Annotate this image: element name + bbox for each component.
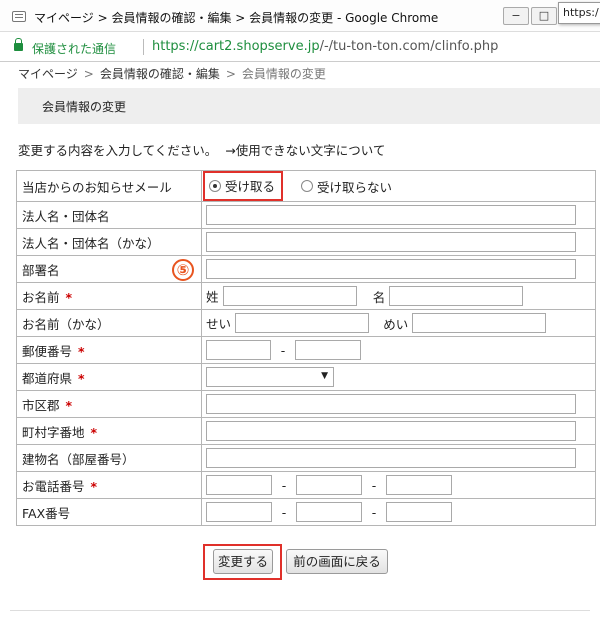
row-postal: 郵便番号 * - bbox=[16, 336, 596, 364]
submit-change-button[interactable]: 変更する bbox=[213, 549, 273, 574]
newsletter-option-decline[interactable]: 受け取らない bbox=[301, 177, 392, 196]
section-title: 会員情報の変更 bbox=[42, 100, 127, 114]
required-mark: * bbox=[65, 289, 73, 305]
fax-separator: - bbox=[281, 504, 287, 520]
phone-input-2[interactable] bbox=[296, 475, 362, 495]
last-name-label: 姓 bbox=[206, 289, 219, 305]
row-building: 建物名（部屋番号） bbox=[16, 444, 596, 472]
row-phone: お電話番号 * - - bbox=[16, 471, 596, 499]
breadcrumb: マイページ > 会員情報の確認・編集 > 会員情報の変更 bbox=[18, 65, 326, 82]
required-mark: * bbox=[65, 397, 73, 413]
row-department: 部署名 bbox=[16, 255, 596, 283]
radio-receive[interactable] bbox=[209, 179, 221, 192]
newsletter-label: 当店からのお知らせメール bbox=[16, 170, 202, 202]
address-divider bbox=[143, 39, 144, 55]
first-name-kana-label: めい bbox=[383, 316, 409, 332]
address-bar[interactable]: 保護された通信 https://cart2.shopserve.jp/-/tu-… bbox=[0, 32, 600, 62]
first-name-kana-input[interactable] bbox=[412, 313, 547, 333]
unusable-characters-link[interactable]: →使用できない文字について bbox=[225, 143, 385, 158]
fax-separator: - bbox=[371, 504, 377, 520]
building-label: 建物名（部屋番号） bbox=[16, 444, 202, 472]
phone-label: お電話番号 bbox=[22, 478, 85, 494]
minimize-button[interactable]: − bbox=[503, 7, 529, 25]
section-header: 会員情報の変更 bbox=[18, 88, 600, 124]
phone-separator: - bbox=[371, 477, 377, 493]
postal-label: 郵便番号 bbox=[22, 343, 73, 359]
town-label: 町村字番地 bbox=[22, 424, 85, 440]
name-kana-label: お名前（かな） bbox=[16, 309, 202, 337]
lock-icon bbox=[14, 38, 23, 51]
window-titlebar: マイページ > 会員情報の確認・編集 > 会員情報の変更 - Google Ch… bbox=[0, 0, 600, 32]
url-text[interactable]: https://cart2.shopserve.jp/-/tu-ton-ton.… bbox=[152, 39, 498, 54]
maximize-button[interactable]: □ bbox=[531, 7, 557, 25]
row-company-kana: 法人名・団体名（かな） bbox=[16, 228, 596, 256]
step-number-badge: ⑤ bbox=[172, 259, 194, 281]
fax-input-2[interactable] bbox=[296, 502, 362, 522]
postal-input-1[interactable] bbox=[206, 340, 271, 360]
member-form-table: 当店からのお知らせメール 受け取る 受け取らない 法人名・団体名 法人名・団体名… bbox=[16, 170, 596, 526]
last-name-kana-input[interactable] bbox=[235, 313, 370, 333]
breadcrumb-member-info[interactable]: 会員情報の確認・編集 bbox=[100, 67, 220, 81]
phone-separator: - bbox=[281, 477, 287, 493]
url-tooltip: https:/ bbox=[558, 2, 600, 24]
dropdown-arrow-icon: ▼ bbox=[321, 371, 328, 381]
row-fax: FAX番号 - - bbox=[16, 498, 596, 526]
radio-decline[interactable] bbox=[301, 180, 314, 192]
row-newsletter: 当店からのお知らせメール 受け取る 受け取らない bbox=[16, 170, 596, 202]
row-town: 町村字番地 * bbox=[16, 417, 596, 445]
required-mark: * bbox=[78, 343, 85, 359]
option-receive-label: 受け取る bbox=[225, 179, 276, 194]
breadcrumb-separator: > bbox=[83, 67, 94, 81]
fax-input-3[interactable] bbox=[386, 502, 452, 522]
newsletter-option-receive[interactable]: 受け取る bbox=[203, 171, 284, 201]
first-name-label: 名 bbox=[372, 289, 386, 305]
first-name-input[interactable] bbox=[389, 286, 524, 306]
phone-input-1[interactable] bbox=[206, 475, 272, 495]
row-name: お名前 * 姓 名 bbox=[16, 282, 596, 310]
secure-label: 保護された通信 bbox=[32, 42, 117, 56]
bottom-divider bbox=[10, 610, 590, 611]
intro-text: 変更する内容を入力してください。 →使用できない文字について bbox=[18, 140, 385, 159]
phone-input-3[interactable] bbox=[386, 475, 452, 495]
name-label: お名前 bbox=[22, 289, 60, 305]
intro-instruction: 変更する内容を入力してください。 bbox=[18, 143, 218, 158]
company-kana-label: 法人名・団体名（かな） bbox=[16, 228, 202, 256]
window-title: マイページ > 会員情報の確認・編集 > 会員情報の変更 - Google Ch… bbox=[34, 11, 439, 25]
breadcrumb-separator: > bbox=[225, 67, 236, 81]
fax-label: FAX番号 bbox=[16, 498, 202, 526]
row-company: 法人名・団体名 bbox=[16, 201, 596, 229]
fax-input-1[interactable] bbox=[206, 502, 272, 522]
breadcrumb-mypage[interactable]: マイページ bbox=[18, 67, 78, 81]
company-label: 法人名・団体名 bbox=[16, 201, 202, 229]
company-kana-input[interactable] bbox=[206, 232, 576, 252]
row-name-kana: お名前（かな） せい めい bbox=[16, 309, 596, 337]
city-label: 市区郡 bbox=[22, 397, 60, 413]
last-name-kana-label: せい bbox=[206, 316, 232, 332]
building-input[interactable] bbox=[206, 448, 576, 468]
page-icon bbox=[12, 11, 26, 22]
url-path: /-/tu-ton-ton.com/clinfo.php bbox=[319, 39, 499, 54]
required-mark: * bbox=[90, 478, 98, 494]
company-input[interactable] bbox=[206, 205, 576, 225]
prefecture-select[interactable]: ▼ bbox=[206, 367, 334, 387]
submit-highlight-box: 変更する bbox=[203, 544, 282, 580]
option-decline-label: 受け取らない bbox=[317, 179, 393, 195]
prefecture-label: 都道府県 bbox=[22, 370, 73, 386]
url-host: https://cart2.shopserve.jp bbox=[152, 39, 320, 54]
required-mark: * bbox=[78, 370, 85, 386]
newsletter-radio-group: 受け取る 受け取らない bbox=[203, 171, 392, 201]
last-name-input[interactable] bbox=[222, 286, 357, 306]
back-button[interactable]: 前の画面に戻る bbox=[286, 549, 388, 574]
row-prefecture: 都道府県 * ▼ bbox=[16, 363, 596, 391]
department-input[interactable] bbox=[206, 259, 576, 279]
city-input[interactable] bbox=[206, 394, 576, 414]
breadcrumb-current: 会員情報の変更 bbox=[241, 67, 326, 81]
row-city: 市区郡 * bbox=[16, 390, 596, 418]
postal-separator: - bbox=[280, 342, 286, 358]
postal-input-2[interactable] bbox=[295, 340, 361, 360]
town-input[interactable] bbox=[206, 421, 576, 441]
required-mark: * bbox=[90, 424, 98, 440]
